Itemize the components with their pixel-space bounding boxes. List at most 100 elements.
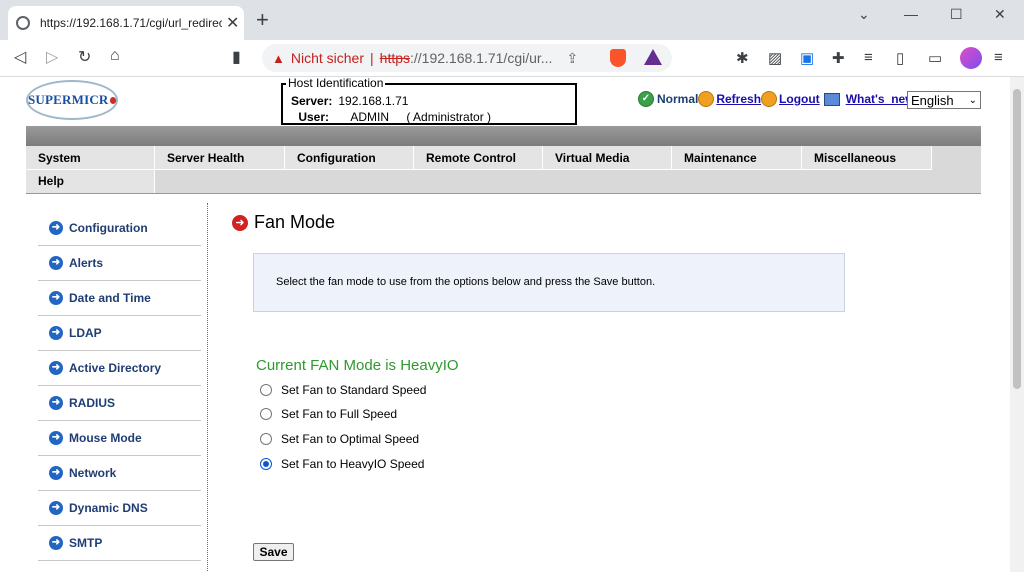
sidebar-item-date-time[interactable]: ➜ Date and Time [38, 281, 201, 316]
user-label: User: [298, 110, 329, 124]
new-tab-button[interactable]: + [256, 9, 269, 31]
menu-server-health[interactable]: Server Health [155, 146, 285, 170]
sidebar-item-label: Dynamic DNS [69, 501, 148, 515]
user-value: ADMIN [350, 110, 390, 124]
sidebar-icon[interactable]: ▯ [896, 49, 904, 67]
arrow-right-icon: ➜ [49, 326, 63, 340]
bookmark-icon[interactable]: ▮ [232, 47, 241, 67]
arrow-right-icon: ➜ [232, 214, 248, 231]
logo-text: SUPERMICR [28, 92, 109, 107]
refresh-icon[interactable] [698, 91, 715, 107]
host-identification: Host Identification Server: 192.168.1.71… [281, 77, 577, 125]
sidebar-item-ldap[interactable]: ➜ LDAP [38, 316, 201, 351]
close-window-icon[interactable]: ✕ [994, 6, 1006, 23]
supermicro-logo: SUPERMICR [26, 80, 118, 120]
logout-icon[interactable] [761, 91, 778, 107]
arrow-right-icon: ➜ [49, 431, 63, 445]
sidebar-item-label: Configuration [69, 221, 148, 235]
sidebar-item-label: SMTP [69, 536, 103, 550]
sidebar-item-mouse-mode[interactable]: ➜ Mouse Mode [38, 421, 201, 456]
page-content: SUPERMICR Host Identification Server: 19… [0, 77, 1010, 572]
sidebar-item-alerts[interactable]: ➜ Alerts [38, 246, 201, 281]
save-button[interactable]: Save [253, 543, 294, 561]
radio-button[interactable] [260, 408, 272, 420]
separator: | [370, 50, 374, 66]
scroll-thumb[interactable] [1013, 89, 1021, 389]
chevron-down-icon[interactable]: ⌄ [858, 6, 870, 23]
browser-titlebar: https://192.168.1.71/cgi/url_redirect.c … [0, 0, 1024, 40]
refresh-link[interactable]: Refresh [716, 92, 761, 106]
arrow-right-icon: ➜ [49, 466, 63, 480]
extension-icon[interactable]: ✱ [736, 49, 749, 67]
menu-miscellaneous[interactable]: Miscellaneous [802, 146, 932, 170]
puzzle-icon[interactable]: ✚ [832, 49, 845, 67]
close-tab-icon[interactable]: ✕ [226, 13, 239, 33]
profile-avatar[interactable] [960, 47, 982, 69]
menu-maintenance[interactable]: Maintenance [672, 146, 802, 170]
sidebar-item-label: LDAP [69, 326, 102, 340]
check-icon: ✓ [638, 91, 654, 107]
share-icon[interactable]: ⇪ [566, 50, 578, 67]
sidebar-divider [207, 203, 208, 572]
sidebar-item-smtp[interactable]: ➜ SMTP [38, 526, 201, 561]
sidebar-item-radius[interactable]: ➜ RADIUS [38, 386, 201, 421]
browser-tab[interactable]: https://192.168.1.71/cgi/url_redirect.c … [8, 6, 244, 40]
sidebar-item-label: Mouse Mode [69, 431, 142, 445]
option-label: Set Fan to Full Speed [281, 407, 398, 421]
not-secure-label[interactable]: Nicht sicher [291, 50, 364, 66]
sidebar: ➜ Configuration ➜ Alerts ➜ Date and Time ➜ L… [38, 211, 201, 561]
page-title: ➜ Fan Mode [232, 212, 335, 233]
back-icon[interactable]: ◁ [14, 47, 26, 67]
menu-icon[interactable]: ≡ [994, 49, 1003, 66]
monitor-icon[interactable] [823, 92, 840, 106]
info-box: Select the fan mode to use from the opti… [253, 253, 845, 312]
server-value: 192.168.1.71 [338, 94, 409, 108]
arrow-right-icon: ➜ [49, 396, 63, 410]
reload-icon[interactable]: ↻ [78, 47, 91, 67]
menu-configuration[interactable]: Configuration [285, 146, 414, 170]
radio-button[interactable] [260, 384, 272, 396]
playlist-icon[interactable]: ≡ [864, 49, 873, 66]
sidebar-item-configuration[interactable]: ➜ Configuration [38, 211, 201, 246]
menu-help[interactable]: Help [26, 170, 155, 193]
tab-title: https://192.168.1.71/cgi/url_redirect.c [40, 16, 222, 30]
fan-option-heavyio[interactable]: Set Fan to HeavyIO Speed [260, 457, 424, 471]
warning-icon: ▲ [272, 50, 285, 66]
menu-virtual-media[interactable]: Virtual Media [543, 146, 672, 170]
server-label: Server: [291, 94, 333, 108]
main-menu: System Server Health Configuration Remot… [26, 146, 981, 194]
server-row: Server: 192.168.1.71 [291, 94, 408, 108]
brave-shield-icon[interactable] [610, 49, 626, 67]
arrow-right-icon: ➜ [49, 501, 63, 515]
page-title-text: Fan Mode [254, 212, 336, 232]
picture-icon[interactable]: ▨ [768, 49, 782, 67]
sidebar-item-active-directory[interactable]: ➜ Active Directory [38, 351, 201, 386]
logout-link[interactable]: Logout [779, 92, 820, 106]
maximize-icon[interactable]: ☐ [950, 6, 963, 23]
fan-option-optimal[interactable]: Set Fan to Optimal Speed [260, 432, 419, 446]
fan-option-full[interactable]: Set Fan to Full Speed [260, 407, 397, 421]
sidebar-item-network[interactable]: ➜ Network [38, 456, 201, 491]
radio-button-selected[interactable] [260, 458, 272, 470]
whats-new-link[interactable]: What's_new [846, 92, 915, 106]
sidebar-item-dynamic-dns[interactable]: ➜ Dynamic DNS [38, 491, 201, 526]
window-icon[interactable]: ▣ [800, 49, 814, 67]
logo-dot-icon [109, 96, 116, 104]
host-legend: Host Identification [286, 77, 386, 90]
language-select[interactable]: English ⌄ [907, 91, 981, 109]
brave-rewards-icon[interactable] [644, 49, 662, 65]
arrow-right-icon: ➜ [49, 221, 63, 235]
url-text: ://192.168.1.71/cgi/ur... [410, 50, 553, 66]
minimize-icon[interactable]: — [904, 6, 918, 22]
menu-remote-control[interactable]: Remote Control [414, 146, 543, 170]
fan-option-standard[interactable]: Set Fan to Standard Speed [260, 383, 426, 397]
home-icon[interactable]: ⌂ [110, 47, 120, 65]
language-value: English [911, 92, 954, 108]
page-scrollbar[interactable] [1010, 77, 1024, 572]
url-scheme: https [379, 50, 411, 66]
arrow-right-icon: ➜ [49, 256, 63, 270]
wallet-icon[interactable]: ▭ [928, 49, 942, 67]
radio-button[interactable] [260, 433, 272, 445]
forward-icon[interactable]: ▷ [46, 47, 58, 67]
menu-system[interactable]: System [26, 146, 155, 170]
